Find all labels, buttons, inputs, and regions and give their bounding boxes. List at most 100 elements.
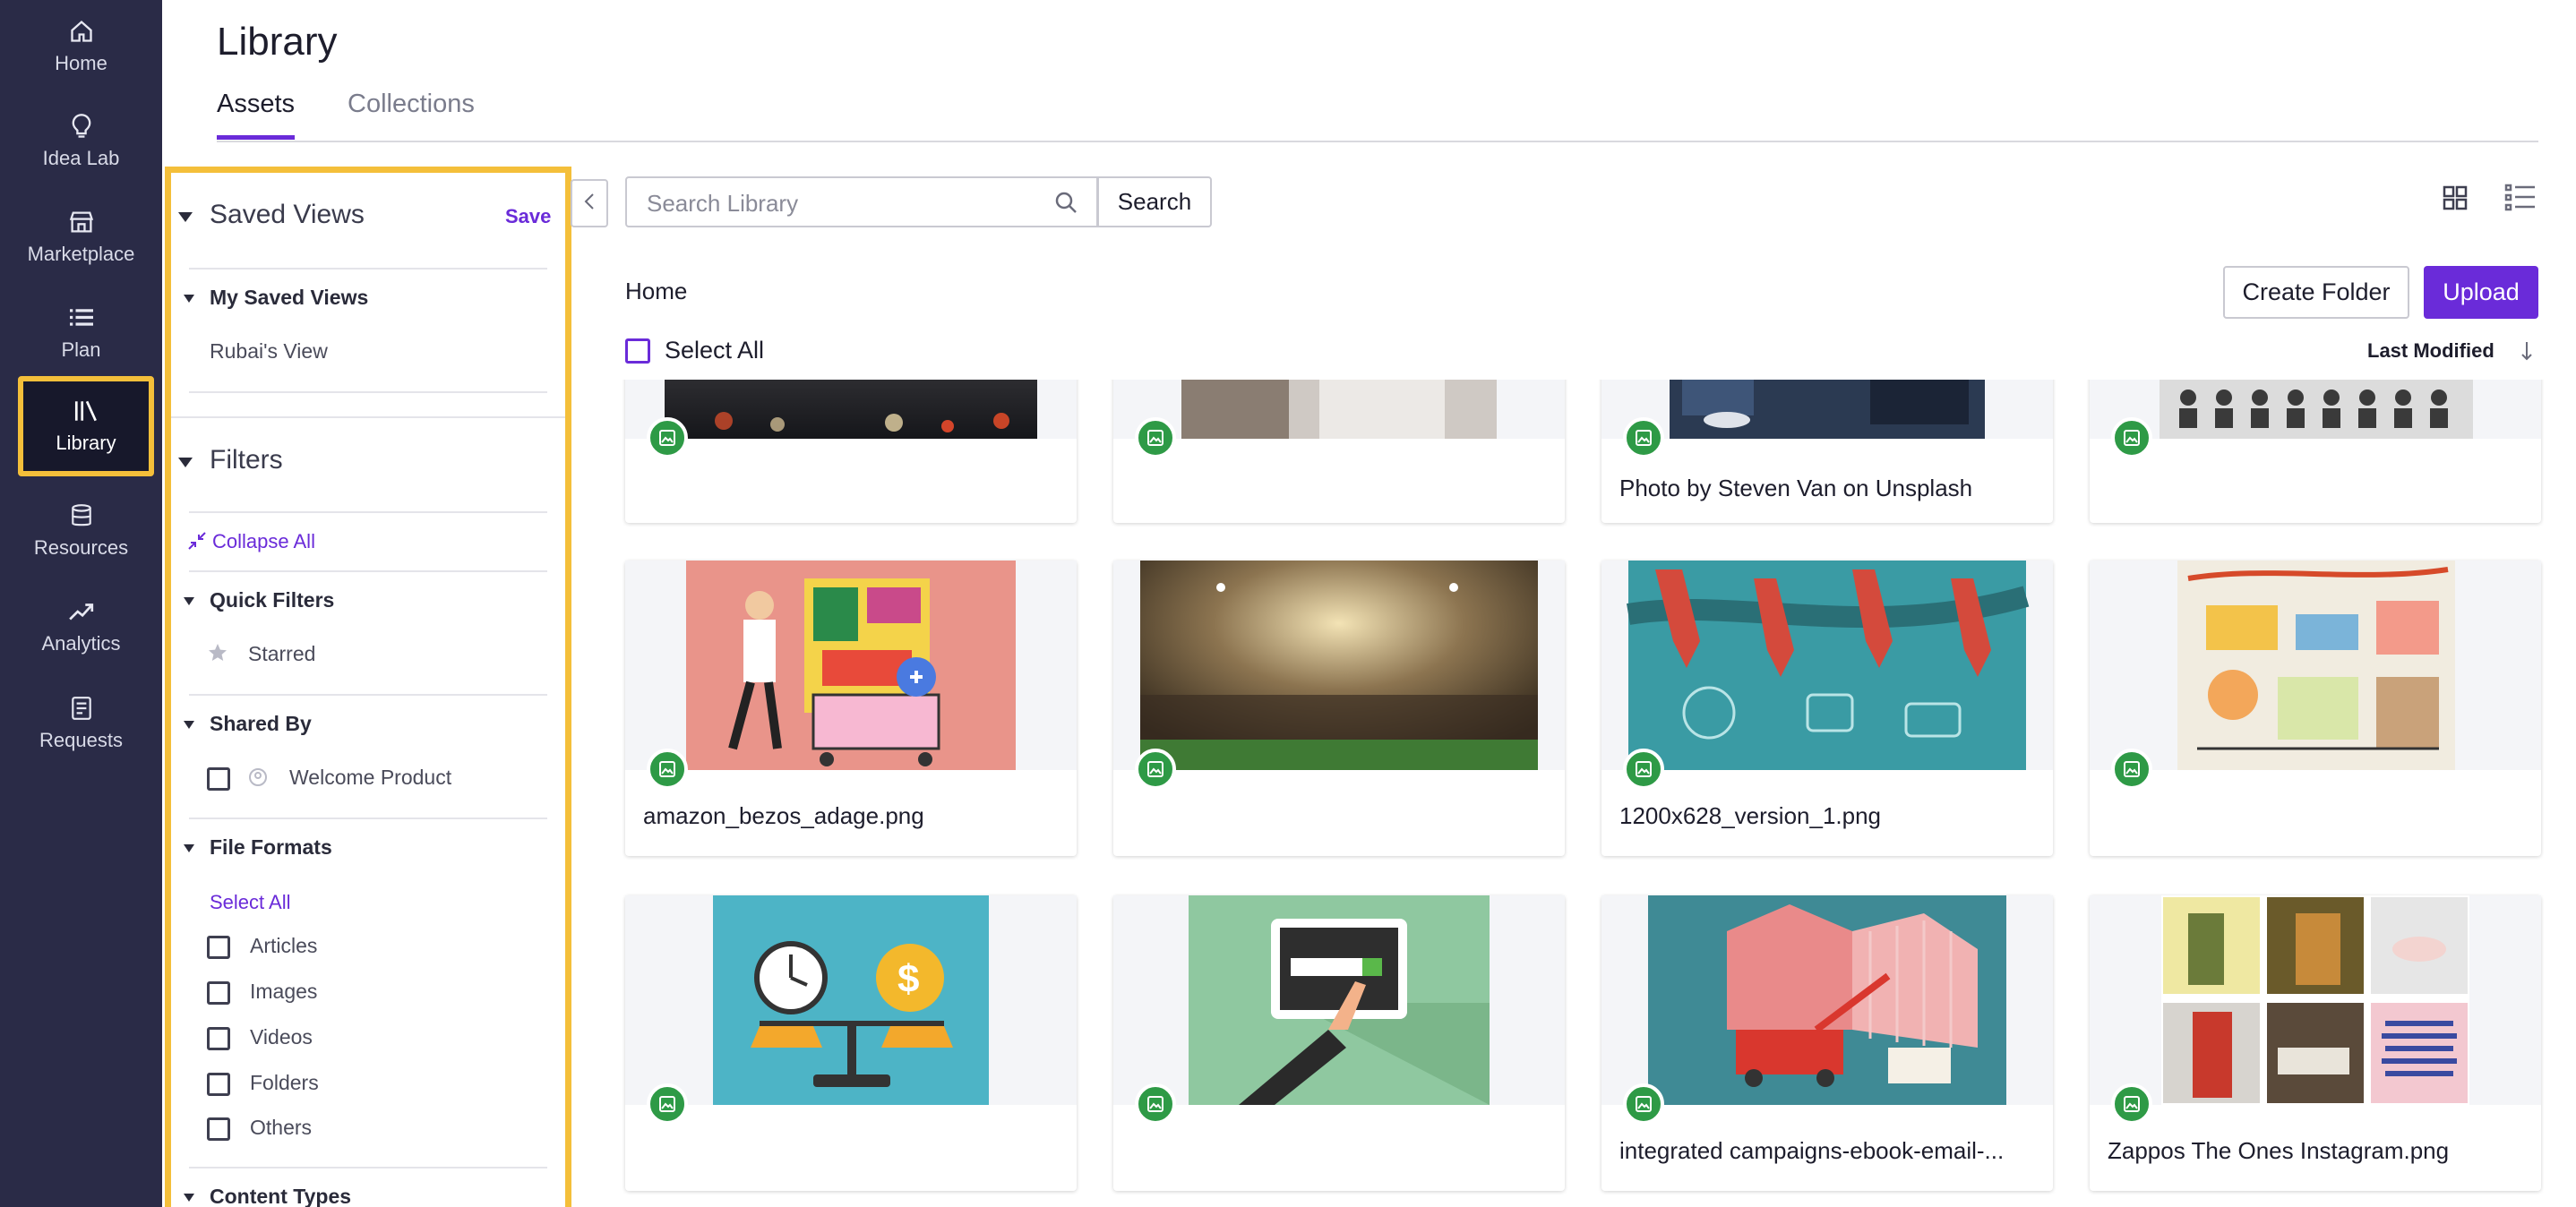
nav-label: Home bbox=[55, 52, 107, 74]
format-checkbox-folders[interactable] bbox=[207, 1073, 230, 1096]
asset-thumbnail[interactable] bbox=[2090, 895, 2541, 1105]
search-button[interactable]: Search bbox=[1097, 176, 1212, 227]
starred-filter[interactable]: Starred bbox=[248, 642, 315, 666]
chevron-left-icon bbox=[583, 192, 596, 216]
caret-down-icon[interactable] bbox=[184, 721, 194, 729]
database-icon bbox=[68, 502, 95, 529]
nav-item-home[interactable]: Home bbox=[0, 2, 162, 91]
asset-card[interactable]: integrated campaigns-ebook-email-... bbox=[1601, 895, 2053, 1191]
shared-by-title: Shared By bbox=[210, 712, 312, 735]
storefront-icon bbox=[68, 209, 95, 235]
nav-item-library[interactable]: Library bbox=[18, 376, 154, 476]
asset-thumbnail[interactable] bbox=[2090, 380, 2541, 439]
caret-down-icon[interactable] bbox=[184, 597, 194, 605]
svg-text:$: $ bbox=[897, 957, 919, 1001]
asset-thumbnail[interactable] bbox=[625, 561, 1077, 770]
asset-card[interactable]: 1200x628_version_1.png bbox=[1601, 561, 2053, 856]
caret-down-icon[interactable] bbox=[184, 295, 194, 303]
upload-button[interactable]: Upload bbox=[2424, 266, 2538, 319]
nav-label: Idea Lab bbox=[42, 147, 120, 169]
asset-thumbnail[interactable] bbox=[1113, 380, 1565, 439]
image-type-badge bbox=[2111, 417, 2152, 458]
grid-view-icon[interactable] bbox=[2442, 184, 2469, 211]
collapse-filters-button[interactable] bbox=[571, 179, 608, 227]
nav-item-requests[interactable]: Requests bbox=[0, 679, 162, 768]
nav-item-resources[interactable]: Resources bbox=[0, 486, 162, 576]
divider bbox=[189, 511, 547, 513]
left-nav: Home Idea Lab Marketplace Plan Library R… bbox=[0, 0, 162, 1207]
asset-card[interactable] bbox=[1113, 380, 1565, 523]
breadcrumb[interactable]: Home bbox=[625, 278, 687, 305]
arrow-down-icon[interactable] bbox=[2520, 340, 2533, 362]
asset-name: 1200x628_version_1.png bbox=[1619, 802, 1882, 829]
asset-thumbnail[interactable]: $ bbox=[625, 895, 1077, 1105]
nav-label: Marketplace bbox=[27, 243, 135, 265]
asset-card[interactable]: Photo by Steven Van on Unsplash bbox=[1601, 380, 2053, 523]
caret-down-icon[interactable] bbox=[178, 212, 193, 222]
format-label: Videos bbox=[250, 1025, 313, 1049]
create-folder-button[interactable]: Create Folder bbox=[2223, 266, 2409, 319]
asset-card[interactable]: amazon_bezos_adage.png bbox=[625, 561, 1077, 856]
search-input[interactable] bbox=[647, 189, 1023, 218]
save-view-link[interactable]: Save bbox=[505, 205, 551, 228]
asset-thumbnail[interactable] bbox=[2090, 561, 2541, 770]
asset-card[interactable]: Zappos The Ones Instagram.png bbox=[2090, 895, 2541, 1191]
shared-by-item[interactable]: Welcome Product bbox=[289, 766, 451, 790]
document-icon bbox=[68, 695, 95, 722]
formats-select-all-link[interactable]: Select All bbox=[210, 891, 291, 914]
nav-label: Analytics bbox=[41, 632, 121, 655]
divider bbox=[171, 416, 565, 418]
asset-thumbnail[interactable] bbox=[1601, 380, 2053, 439]
list-icon bbox=[68, 304, 95, 331]
nav-item-idea-lab[interactable]: Idea Lab bbox=[0, 97, 162, 186]
format-checkbox-videos[interactable] bbox=[207, 1027, 230, 1050]
nav-item-analytics[interactable]: Analytics bbox=[0, 582, 162, 672]
asset-card[interactable] bbox=[1113, 895, 1565, 1191]
image-type-badge bbox=[2111, 1083, 2152, 1125]
caret-down-icon[interactable] bbox=[184, 1194, 194, 1202]
asset-thumbnail[interactable] bbox=[1113, 895, 1565, 1105]
asset-thumbnail[interactable] bbox=[625, 380, 1077, 439]
divider bbox=[189, 268, 547, 270]
collapse-all-link[interactable]: Collapse All bbox=[212, 530, 315, 553]
asset-thumbnail[interactable] bbox=[1113, 561, 1565, 770]
quick-filters-title: Quick Filters bbox=[210, 588, 335, 612]
shared-by-checkbox[interactable] bbox=[207, 767, 230, 791]
divider bbox=[189, 694, 547, 696]
search-box bbox=[625, 176, 1098, 227]
tab-collections[interactable]: Collections bbox=[348, 90, 475, 135]
format-checkbox-images[interactable] bbox=[207, 981, 230, 1005]
asset-thumbnail[interactable] bbox=[1601, 561, 2053, 770]
asset-card[interactable] bbox=[1113, 561, 1565, 856]
asset-card[interactable] bbox=[625, 380, 1077, 523]
nav-item-plan[interactable]: Plan bbox=[0, 288, 162, 378]
format-checkbox-others[interactable] bbox=[207, 1117, 230, 1141]
nav-label: Resources bbox=[33, 536, 129, 559]
star-icon[interactable] bbox=[207, 642, 230, 665]
saved-view-item[interactable]: Rubai's View bbox=[210, 339, 328, 364]
asset-card[interactable] bbox=[2090, 380, 2541, 523]
asset-thumbnail[interactable] bbox=[1601, 895, 2053, 1105]
image-type-badge bbox=[2111, 749, 2152, 790]
nav-label: Library bbox=[56, 432, 116, 454]
sort-dropdown[interactable]: Last Modified bbox=[2367, 339, 2494, 363]
nav-item-marketplace[interactable]: Marketplace bbox=[0, 193, 162, 282]
select-all-row[interactable]: Select All bbox=[625, 337, 764, 364]
nav-label: Requests bbox=[39, 729, 123, 751]
caret-down-icon[interactable] bbox=[178, 458, 193, 467]
tab-assets[interactable]: Assets bbox=[217, 90, 296, 140]
image-type-badge bbox=[1135, 417, 1176, 458]
search-icon[interactable] bbox=[1053, 190, 1080, 217]
format-checkbox-articles[interactable] bbox=[207, 936, 230, 959]
asset-name: integrated campaigns-ebook-email-... bbox=[1619, 1137, 2005, 1164]
caret-down-icon[interactable] bbox=[184, 844, 194, 852]
library-icon bbox=[73, 398, 99, 424]
image-type-badge bbox=[1623, 749, 1664, 790]
asset-card[interactable] bbox=[2090, 561, 2541, 856]
asset-card[interactable]: $ bbox=[625, 895, 1077, 1191]
select-all-checkbox[interactable] bbox=[625, 338, 650, 364]
collapse-icon[interactable] bbox=[187, 531, 209, 552]
asset-grid: Photo by Steven Van on Unsplash amazon_b… bbox=[618, 380, 2544, 1207]
list-view-icon[interactable] bbox=[2504, 183, 2537, 213]
image-type-badge bbox=[647, 417, 688, 458]
